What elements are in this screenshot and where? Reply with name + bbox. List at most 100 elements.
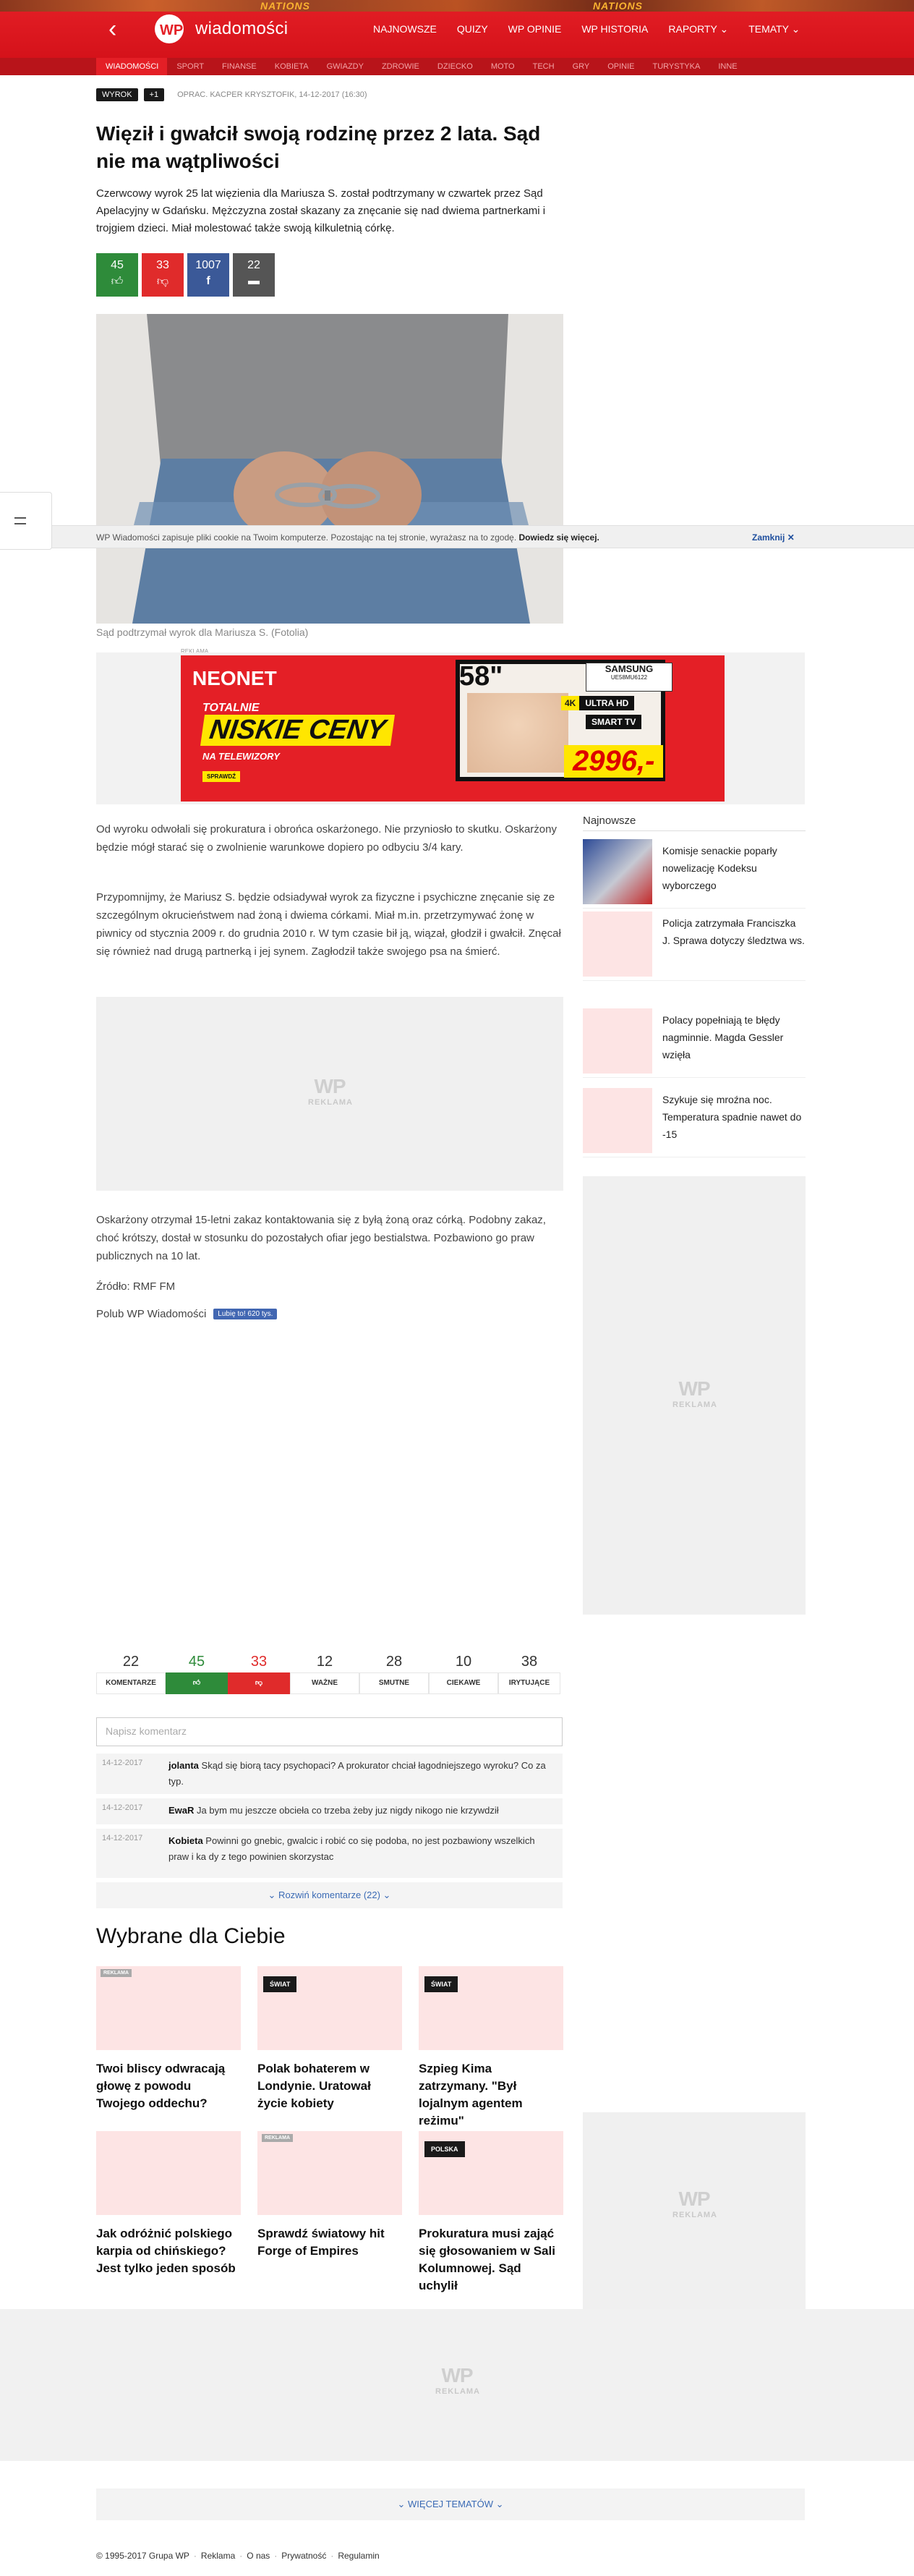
stat-value: 33 xyxy=(250,1654,268,1670)
sidebar-news-item[interactable]: Szykuje się mroźna noc. Temperatura spad… xyxy=(583,1088,806,1157)
sidebar-news-item[interactable]: Komisje senackie poparły nowelizację Kod… xyxy=(583,839,806,909)
comment-input[interactable]: Napisz komentarz xyxy=(96,1717,563,1746)
section-zdrowie[interactable]: ZDROWIE xyxy=(372,58,428,75)
section-kobieta[interactable]: KOBIETA xyxy=(265,58,317,75)
section-gwiazdy[interactable]: GWIAZDY xyxy=(317,58,372,75)
recommended-card[interactable]: ŚWIAT Polak bohaterem w Londynie. Uratow… xyxy=(257,1966,402,2112)
comment-author[interactable]: jolanta xyxy=(168,1760,199,1771)
topic-tag[interactable]: WYROK xyxy=(96,88,138,101)
recommended-card[interactable]: Jak odróżnić polskiego karpia od chiński… xyxy=(96,2131,241,2277)
comments-button[interactable]: 22 ▬ xyxy=(233,253,275,297)
stat-value: 28 xyxy=(385,1654,403,1670)
footer-link-reklama[interactable]: Reklama xyxy=(201,2551,235,2561)
news-thumbnail xyxy=(583,839,652,904)
like-button[interactable]: 45 👍︎ xyxy=(96,253,138,297)
ad-placeholder-label: REKLAMA xyxy=(308,1098,353,1107)
stat-wazne[interactable]: 12 WAŻNE xyxy=(290,1651,359,1694)
section-sport[interactable]: SPORT xyxy=(167,58,213,75)
recommended-card[interactable]: REKLAMA Sprawdź światowy hit Forge of Em… xyxy=(257,2131,402,2260)
stat-dislike[interactable]: 33 👎︎ xyxy=(228,1651,290,1694)
dislike-button[interactable]: 33 👎︎ xyxy=(142,253,184,297)
card-image: REKLAMA xyxy=(96,1966,241,2050)
news-thumbnail xyxy=(583,1088,652,1153)
back-arrow-icon[interactable]: ‹ xyxy=(108,17,127,41)
badge-ultra-hd: ULTRA HD xyxy=(579,696,635,710)
wp-ad-placeholder: WP REKLAMA xyxy=(435,2364,479,2396)
nav-tematy[interactable]: TEMATY ⌄ xyxy=(748,23,800,35)
footer-link-o-nas[interactable]: O nas xyxy=(247,2551,270,2561)
menu-icon xyxy=(14,517,26,524)
section-wiadomosci[interactable]: WIADOMOŚCI xyxy=(96,58,168,75)
game-ad-text: NATIONS xyxy=(260,0,310,12)
section-turystyka[interactable]: TURYSTYKA xyxy=(644,58,709,75)
wp-ad-placeholder: WP REKLAMA xyxy=(672,2188,717,2219)
comment-author[interactable]: Kobieta xyxy=(168,1835,203,1846)
nav-quizy[interactable]: QUIZY xyxy=(457,23,488,35)
handcuffed-hands-photo xyxy=(96,314,563,624)
sidebar-news-item[interactable]: Polacy popełniają te błędy nagminnie. Ma… xyxy=(583,1008,806,1078)
sidebar-news-item[interactable]: Policja zatrzymała Franciszka J. Sprawa … xyxy=(583,911,806,981)
neonet-banner-ad[interactable]: NEONET TOTALNIE NISKIE CENY NA TELEWIZOR… xyxy=(181,655,725,802)
section-opinie[interactable]: OPINIE xyxy=(598,58,643,75)
nav-najnowsze[interactable]: NAJNOWSZE xyxy=(373,23,437,35)
side-menu-tab[interactable] xyxy=(0,492,52,550)
article-paragraph: Przypomnijmy, że Mariusz S. będzie odsia… xyxy=(96,891,561,958)
expand-comments-button[interactable]: ⌄ Rozwiń komentarze (22) ⌄ xyxy=(96,1882,563,1908)
more-topics-button[interactable]: ⌄ WIĘCEJ TEMATÓW ⌄ xyxy=(96,2488,805,2520)
follow-label: Polub WP Wiadomości xyxy=(96,1308,207,1320)
facebook-share-button[interactable]: 1007 f xyxy=(187,253,229,297)
ad-cta-button[interactable]: SPRAWDŹ xyxy=(202,771,240,782)
comment-date: 14-12-2017 xyxy=(102,1803,143,1812)
stat-irytujace[interactable]: 38 IRYTUJĄCE xyxy=(498,1651,560,1694)
close-icon: ✕ xyxy=(787,532,795,543)
cookie-close-button[interactable]: Zamknij ✕ xyxy=(752,532,795,543)
comment-item: 14-12-2017 EwaR Ja bym mu jeszcze obcieł… xyxy=(96,1798,563,1824)
facebook-like-button[interactable]: Lubię to! 620 tys. xyxy=(213,1309,278,1319)
section-gry[interactable]: GRY xyxy=(563,58,599,75)
source-line: Źródło: RMF FM xyxy=(96,1280,176,1293)
cookie-more-link[interactable]: Dowiedz się więcej. xyxy=(519,532,599,543)
stat-label: CIEKAWE xyxy=(429,1672,498,1694)
article-headline: Więził i gwałcił swoją rodzinę przez 2 l… xyxy=(96,122,541,172)
section-moto[interactable]: MOTO xyxy=(482,58,524,75)
comment-item: 14-12-2017 Kobieta Powinni go gnebic, gw… xyxy=(96,1829,563,1878)
comment-stats: 22 KOMENTARZE 45 👍︎ 33 👎︎ 12 WAŻNE 28 SMUTNE … xyxy=(96,1651,560,1694)
game-ad-strip[interactable]: NATIONS NATIONS xyxy=(0,0,914,12)
card-image: REKLAMA xyxy=(257,2131,402,2215)
nav-wp-historia[interactable]: WP HISTORIA xyxy=(581,23,648,35)
comment-text: Powinni go gnebic, gwalcic i robić co si… xyxy=(168,1835,535,1862)
section-nav: WIADOMOŚCI SPORT FINANSE KOBIETA GWIAZDY… xyxy=(0,58,914,75)
section-title: Wybrane dla Ciebie xyxy=(96,1924,286,1948)
recommended-card[interactable]: REKLAMA Twoi bliscy odwracają głowę z po… xyxy=(96,1966,241,2112)
neonet-logo: NEONET xyxy=(192,667,277,689)
wp-logo[interactable]: WP wiadomości xyxy=(153,13,288,45)
cookie-close-label: Zamknij xyxy=(752,532,785,543)
comment-author[interactable]: EwaR xyxy=(168,1805,194,1816)
nav-wp-opinie[interactable]: WP OPINIE xyxy=(508,23,562,35)
cookie-text: WP Wiadomości zapisuje pliki cookie na T… xyxy=(96,532,517,543)
section-tech[interactable]: TECH xyxy=(524,58,563,75)
section-finanse[interactable]: FINANSE xyxy=(213,58,265,75)
stat-ciekawe[interactable]: 10 CIEKAWE xyxy=(429,1651,498,1694)
recommended-card[interactable]: POLSKA Prokuratura musi zająć się głosow… xyxy=(419,2131,563,2295)
plus-one-button[interactable]: +1 xyxy=(143,88,165,101)
ad-placeholder-label: REKLAMA xyxy=(672,1400,717,1409)
cookie-bar: WP Wiadomości zapisuje pliki cookie na T… xyxy=(0,525,914,548)
wp-mark-icon: WP xyxy=(441,2364,473,2386)
tv-size: 58" xyxy=(459,661,503,692)
main-nav: NAJNOWSZE QUIZY WP OPINIE WP HISTORIA RA… xyxy=(373,23,820,35)
section-dziecko[interactable]: DZIECKO xyxy=(428,58,482,75)
stat-smutne[interactable]: 28 SMUTNE xyxy=(359,1651,429,1694)
stat-comments[interactable]: 22 KOMENTARZE xyxy=(96,1651,166,1694)
section-inne[interactable]: INNE xyxy=(709,58,746,75)
recommended-card[interactable]: ŚWIAT Szpieg Kima zatrzymany. "Był lojal… xyxy=(419,1966,563,2130)
card-badge: ŚWIAT xyxy=(263,1976,297,1992)
footer-link-regulamin[interactable]: Regulamin xyxy=(338,2551,379,2561)
footer-link-prywatnosc[interactable]: Prywatność xyxy=(281,2551,326,2561)
nav-raporty[interactable]: RAPORTY ⌄ xyxy=(668,23,728,35)
wp-mark-icon: WP xyxy=(314,1075,346,1097)
family-photo xyxy=(467,693,568,773)
stat-like[interactable]: 45 👍︎ xyxy=(166,1651,228,1694)
thumbs-down-icon: 👎︎ xyxy=(156,276,169,288)
comment-date: 14-12-2017 xyxy=(102,1759,143,1767)
